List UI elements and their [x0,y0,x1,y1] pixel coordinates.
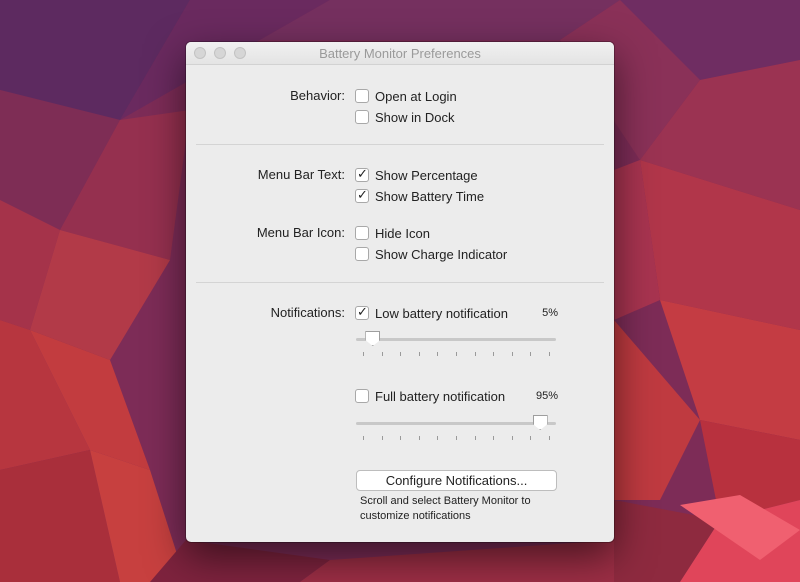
hide-icon-checkbox[interactable]: Hide Icon [355,225,430,241]
hide-icon-label[interactable]: Hide Icon [375,226,430,241]
behavior-label: Behavior: [290,88,345,103]
slider-tick [456,436,457,440]
section-divider [196,282,604,283]
show-charge-indicator-checkbox[interactable]: Show Charge Indicator [355,246,507,262]
window-title: Battery Monitor Preferences [319,46,481,61]
slider-tick [400,352,402,356]
slider-track[interactable] [356,338,556,341]
show-charge-indicator-label[interactable]: Show Charge Indicator [375,247,507,262]
slider-knob[interactable] [532,415,548,430]
slider-tick [363,436,364,440]
checkmark-icon: ✓ [357,304,368,319]
checkbox-box[interactable] [355,389,369,403]
full-battery-checkbox[interactable]: Full battery notification [355,388,505,404]
open-at-login-checkbox[interactable]: Open at Login [355,88,457,104]
slider-tick [493,352,495,356]
slider-tick [493,436,495,440]
slider-track[interactable] [356,422,556,425]
slider-knob[interactable] [365,331,381,346]
low-battery-label[interactable]: Low battery notification [375,306,508,321]
slider-tick [381,352,383,356]
show-battery-time-checkbox[interactable]: ✓ Show Battery Time [355,187,484,204]
checkbox-box[interactable] [355,110,369,124]
notifications-label: Notifications: [270,305,345,320]
slider-tick [474,436,476,440]
slider-tick [511,352,513,356]
show-in-dock-checkbox[interactable]: Show in Dock [355,109,454,125]
configure-notifications-button[interactable]: Configure Notifications... [356,470,557,491]
checkbox-box[interactable] [355,226,369,240]
show-in-dock-label[interactable]: Show in Dock [375,110,454,125]
slider-ticks [356,352,556,356]
checkbox-box[interactable] [355,247,369,261]
section-divider [196,144,604,145]
slider-tick [549,352,550,356]
checkbox-box[interactable]: ✓ [355,187,369,203]
show-percentage-label[interactable]: Show Percentage [375,168,478,183]
full-battery-value: 95% [535,390,558,402]
preferences-window: Battery Monitor Preferences Behavior: Op… [186,42,614,542]
open-at-login-label[interactable]: Open at Login [375,89,457,104]
menu-bar-icon-label: Menu Bar Icon: [256,225,345,240]
slider-ticks [356,436,556,440]
slider-tick [437,436,439,440]
low-battery-slider[interactable] [356,331,556,362]
show-battery-time-label[interactable]: Show Battery Time [375,189,484,204]
slider-tick [549,436,550,440]
low-battery-checkbox[interactable]: ✓ Low battery notification [355,304,508,321]
configure-hint: Scroll and select Battery Monitor to cus… [360,495,531,522]
full-battery-slider[interactable] [356,415,556,446]
checkmark-icon: ✓ [357,187,368,202]
checkbox-box[interactable] [355,89,369,103]
slider-tick [363,352,364,356]
slider-tick [456,352,457,356]
slider-tick [381,436,383,440]
slider-tick [530,352,532,356]
full-battery-label[interactable]: Full battery notification [375,389,505,404]
slider-tick [418,436,420,440]
slider-tick [437,352,439,356]
slider-tick [530,436,532,440]
checkbox-box[interactable]: ✓ [355,304,369,320]
title-bar[interactable]: Battery Monitor Preferences [186,42,614,65]
slider-tick [474,352,476,356]
slider-tick [400,436,402,440]
checkbox-box[interactable]: ✓ [355,166,369,182]
slider-tick [418,352,420,356]
low-battery-value: 5% [542,307,558,319]
slider-tick [511,436,513,440]
menu-bar-text-label: Menu Bar Text: [257,167,345,182]
show-percentage-checkbox[interactable]: ✓ Show Percentage [355,166,478,183]
checkmark-icon: ✓ [357,166,368,181]
